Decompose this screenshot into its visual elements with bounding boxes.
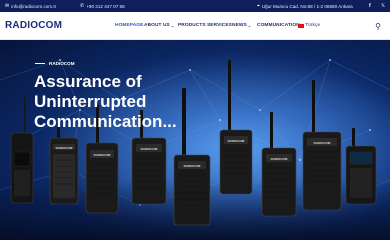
search-icon: ⚲ (375, 21, 381, 31)
map-pin-icon: ⌖ (257, 2, 260, 9)
phone-text: +90 312 447 07 88 (86, 3, 125, 9)
nav-about-us-label: ABOUT US (144, 23, 170, 28)
radio-device (345, 128, 377, 205)
radio-device: RADIOCOM (302, 80, 342, 211)
facebook-icon: f (369, 2, 371, 9)
turkey-flag-icon (298, 24, 304, 28)
radio-brand-label: RADIOCOM (56, 146, 73, 150)
nav-news-label: NEWS (232, 23, 247, 28)
hero-brand-label: RADIOCOM (49, 61, 75, 66)
radio-device: RADIOCOM (261, 112, 297, 217)
hero-banner: RADIOCOM RADIOCOM RADIOCOM RADIOCOM RADI… (0, 40, 390, 240)
nav-products[interactable]: PRODUCTS (178, 23, 206, 29)
mail-icon: ✉ (5, 2, 10, 9)
radio-brand-label: RADIOCOM (314, 141, 331, 145)
nav-homepage[interactable]: HOMEPAGE (115, 23, 143, 29)
radio-device: RADIOCOM (219, 60, 253, 195)
email-text: info@radiocom.com.tr (11, 3, 57, 9)
nav-communication[interactable]: COMMUNICATION (257, 23, 300, 29)
radio-products-group: RADIOCOM RADIOCOM RADIOCOM RADIOCOM RADI… (10, 60, 377, 226)
chevron-down-icon: ⌄ (247, 23, 252, 28)
radio-device (10, 95, 34, 204)
radio-brand-label: RADIOCOM (184, 164, 201, 168)
contact-phone[interactable]: ✆ +90 312 447 07 88 (80, 0, 125, 12)
nav-news[interactable]: NEWS ⌄ (232, 23, 251, 29)
language-switch[interactable]: Türkçe (298, 23, 320, 29)
address-text: Uğur Mumcu Cad. No:88 / 1-2 06680 Ankara (261, 3, 353, 9)
language-label: Türkçe (305, 23, 321, 28)
radio-brand-label: RADIOCOM (141, 147, 158, 151)
headline-line: Uninterrupted (34, 92, 147, 111)
nav-products-label: PRODUCTS (178, 23, 206, 28)
brand-accent-bar (35, 62, 45, 65)
hero-headline: Assurance of Uninterrupted Communication… (34, 72, 214, 132)
hero-brand-line: RADIOCOM (35, 61, 75, 66)
radio-device: RADIOCOM (49, 120, 79, 205)
x-icon: 𝕏 (381, 2, 386, 9)
headline-line: Communication... (34, 112, 177, 131)
nav-communication-label: COMMUNICATION (257, 23, 300, 28)
contact-email[interactable]: ✉ info@radiocom.com.tr (5, 0, 56, 12)
search-button[interactable]: ⚲ (373, 21, 383, 31)
x-link[interactable]: 𝕏 (381, 0, 385, 12)
nav-about-us[interactable]: ABOUT US ⌄ (144, 23, 174, 29)
nav-homepage-label: HOMEPAGE (115, 23, 144, 28)
radio-brand-label: RADIOCOM (228, 139, 245, 143)
main-header: RADIOCOM HOMEPAGE ABOUT US ⌄ PRODUCTS SE… (0, 12, 390, 40)
nav-services[interactable]: SERVICES (207, 23, 232, 29)
contact-address[interactable]: ⌖ Uğur Mumcu Cad. No:88 / 1-2 06680 Anka… (257, 0, 353, 12)
facebook-link[interactable]: f (369, 0, 371, 12)
radio-brand-label: RADIOCOM (271, 157, 288, 161)
phone-icon: ✆ (80, 2, 85, 9)
site-logo[interactable]: RADIOCOM (5, 20, 62, 32)
nav-services-label: SERVICES (207, 23, 232, 28)
headline-line: Assurance of (34, 72, 142, 91)
radio-brand-label: RADIOCOM (94, 153, 111, 157)
chevron-down-icon: ⌄ (170, 23, 175, 28)
top-info-bar: ✉ info@radiocom.com.tr ✆ +90 312 447 07 … (0, 0, 390, 12)
